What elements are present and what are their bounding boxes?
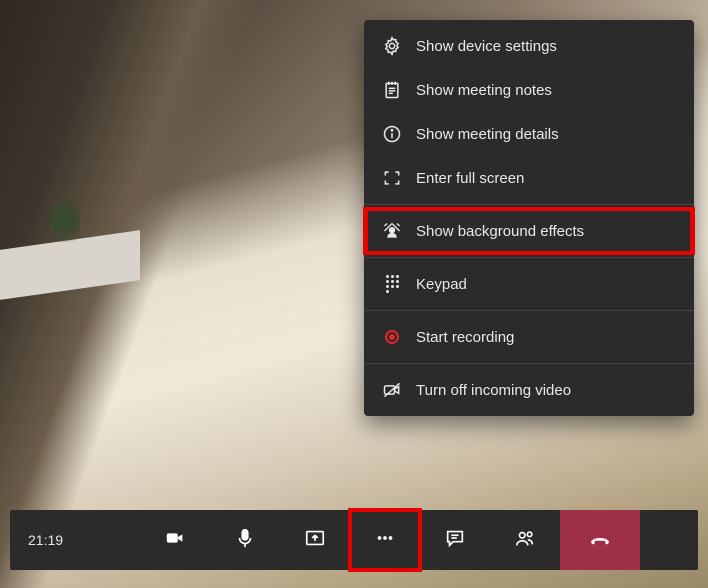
hang-up-icon (589, 527, 611, 554)
microphone-icon (234, 527, 256, 554)
hang-up-button[interactable] (560, 510, 640, 570)
menu-item-keypad[interactable]: Keypad (364, 262, 694, 306)
camera-icon (164, 527, 186, 554)
call-timer: 21:19 (10, 532, 81, 548)
menu-item-start-recording[interactable]: Start recording (364, 315, 694, 359)
menu-item-label: Keypad (416, 276, 467, 293)
call-toolbar: 21:19 (10, 510, 698, 570)
notes-icon (382, 80, 402, 100)
more-icon (374, 527, 396, 554)
menu-item-label: Start recording (416, 329, 514, 346)
camera-button[interactable] (140, 510, 210, 570)
menu-item-full-screen[interactable]: Enter full screen (364, 156, 694, 200)
participants-button[interactable] (490, 510, 560, 570)
toolbar-buttons (81, 510, 698, 570)
menu-separator (364, 363, 694, 364)
menu-item-background-effects[interactable]: Show background effects (363, 207, 695, 255)
menu-item-label: Show meeting notes (416, 82, 552, 99)
gear-icon (382, 36, 402, 56)
menu-separator (364, 204, 694, 205)
menu-item-label: Show background effects (416, 223, 584, 240)
more-actions-menu: Show device settings Show meeting notes … (364, 20, 694, 416)
menu-separator (364, 310, 694, 311)
chat-button[interactable] (420, 510, 490, 570)
menu-item-meeting-details[interactable]: Show meeting details (364, 112, 694, 156)
background-effects-icon (382, 221, 402, 241)
menu-item-device-settings[interactable]: Show device settings (364, 24, 694, 68)
info-icon (382, 124, 402, 144)
people-icon (514, 527, 536, 554)
share-icon (304, 527, 326, 554)
record-icon (382, 327, 402, 347)
menu-item-label: Show device settings (416, 38, 557, 55)
fullscreen-icon (382, 168, 402, 188)
keypad-icon (382, 274, 402, 294)
menu-separator (364, 257, 694, 258)
microphone-button[interactable] (210, 510, 280, 570)
menu-item-label: Turn off incoming video (416, 382, 571, 399)
menu-item-meeting-notes[interactable]: Show meeting notes (364, 68, 694, 112)
menu-item-label: Enter full screen (416, 170, 524, 187)
menu-item-label: Show meeting details (416, 126, 559, 143)
share-screen-button[interactable] (280, 510, 350, 570)
more-actions-button[interactable] (350, 510, 420, 570)
chat-icon (444, 527, 466, 554)
video-off-icon (382, 380, 402, 400)
menu-item-turn-off-incoming-video[interactable]: Turn off incoming video (364, 368, 694, 412)
